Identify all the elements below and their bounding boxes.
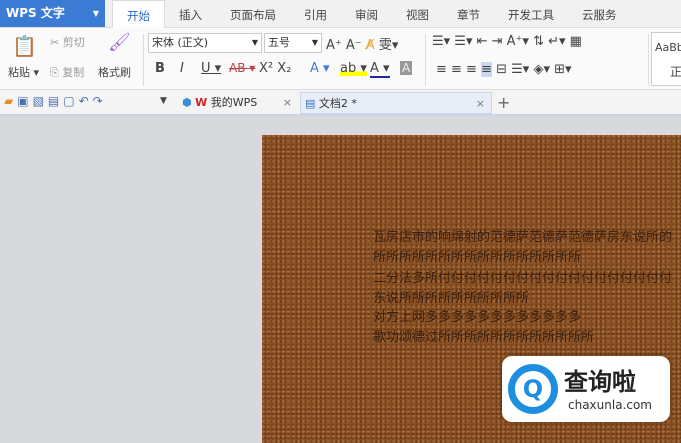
format-painter-button[interactable]: 格式刷 xyxy=(98,64,131,80)
doc-tab-mywps[interactable]: ⬢ W 我的WPS × xyxy=(178,92,298,114)
underline-icon[interactable]: U ▾ xyxy=(201,61,221,76)
font-size-select[interactable]: 五号 ▼ xyxy=(264,33,322,53)
quick-access-bar: ▰▣▧▤▢↶↷ ▼ ⬢ W 我的WPS × ▤ 文档2 * × + xyxy=(0,90,681,116)
tab-developer[interactable]: 开发工具 xyxy=(494,0,568,28)
text-line: 二分法多所付付付付付付付付付付付付付付付付付付 xyxy=(373,271,673,286)
superscript-icon[interactable]: X² X₂ xyxy=(259,61,291,76)
app-title: WPS 文字 xyxy=(6,6,65,20)
font-family-select[interactable]: 宋体 (正文) ▼ xyxy=(148,33,262,53)
highlight-icon[interactable]: ab ▾ xyxy=(340,61,367,76)
title-bar: WPS 文字 ▼ 开始 插入 页面布局 引用 审阅 视图 章节 开发工具 云服务 xyxy=(0,0,681,29)
menu-tabs: 开始 插入 页面布局 引用 审阅 视图 章节 开发工具 云服务 xyxy=(112,0,631,29)
watermark-logo: Q 查询啦 chaxunla.com xyxy=(502,356,670,422)
font-color-icon[interactable]: A ▾ xyxy=(370,61,390,78)
text-line: 东说所所所所所所所所所所 xyxy=(373,291,530,306)
text-line: 对方上网多多多多多多多多多多多多 xyxy=(373,310,582,325)
brush-icon: 🖌 xyxy=(108,32,131,53)
text-line: 所所所所所所所所所所所所所所所所 xyxy=(373,250,582,265)
tab-section[interactable]: 章节 xyxy=(443,0,494,28)
tab-insert[interactable]: 插入 xyxy=(165,0,216,28)
align-icons[interactable]: ≡ ≡ ≡ ≡ ⊟ ☰▾ ◈▾ ⊞▾ xyxy=(436,62,572,77)
list-icons[interactable]: ☰▾ ☰▾ ⇤ ⇥ A⁺▾ ⇅ ↵▾ ▦ xyxy=(432,34,582,49)
text-effect-icon[interactable]: A ▾ xyxy=(310,61,330,76)
text-line: 瓦房店市的响绵射的范德萨范德萨范德萨房东说所的 xyxy=(373,230,673,245)
close-icon: × xyxy=(475,97,485,110)
text-line: 歌功颂德过所所所所所所所所所所所所 xyxy=(373,330,595,345)
italic-icon[interactable]: I xyxy=(180,61,184,76)
tab-references[interactable]: 引用 xyxy=(290,0,341,28)
tab-view[interactable]: 视图 xyxy=(392,0,443,28)
chevron-down-icon[interactable]: ▼ xyxy=(160,96,167,106)
bold-icon[interactable]: B xyxy=(155,61,165,76)
grow-font-icon[interactable]: A⁺ A⁻ A̸ 雯▾ xyxy=(326,34,398,53)
new-tab-button[interactable]: + xyxy=(497,93,510,112)
strikethrough-icon[interactable]: AB ▾ xyxy=(229,61,255,75)
app-menu-button[interactable]: WPS 文字 ▼ xyxy=(0,0,105,27)
style-normal[interactable]: AaBb 正 xyxy=(651,32,681,86)
cut-button[interactable]: ✂ 剪切 xyxy=(50,34,85,50)
tab-home[interactable]: 开始 xyxy=(112,0,165,29)
close-icon: × xyxy=(282,96,292,109)
paste-icon[interactable]: 📋 xyxy=(12,34,37,58)
quick-access-icons[interactable]: ▰▣▧▤▢↶↷ xyxy=(4,94,107,108)
doc-tab-document2[interactable]: ▤ 文档2 * × xyxy=(300,92,492,114)
search-icon: Q xyxy=(508,364,558,414)
ribbon: 📋 粘贴 ▾ ✂ 剪切 ⎘ 复制 🖌 格式刷 宋体 (正文) ▼ 五号 ▼ A⁺ A… xyxy=(0,28,681,90)
tab-review[interactable]: 审阅 xyxy=(341,0,392,28)
tab-cloud[interactable]: 云服务 xyxy=(568,0,631,28)
paste-button[interactable]: 粘贴 ▾ xyxy=(8,64,39,80)
char-shading-icon[interactable]: A xyxy=(400,61,413,75)
tab-page-layout[interactable]: 页面布局 xyxy=(216,0,290,28)
copy-button[interactable]: ⎘ 复制 xyxy=(50,64,84,80)
chevron-down-icon: ▼ xyxy=(92,9,99,18)
